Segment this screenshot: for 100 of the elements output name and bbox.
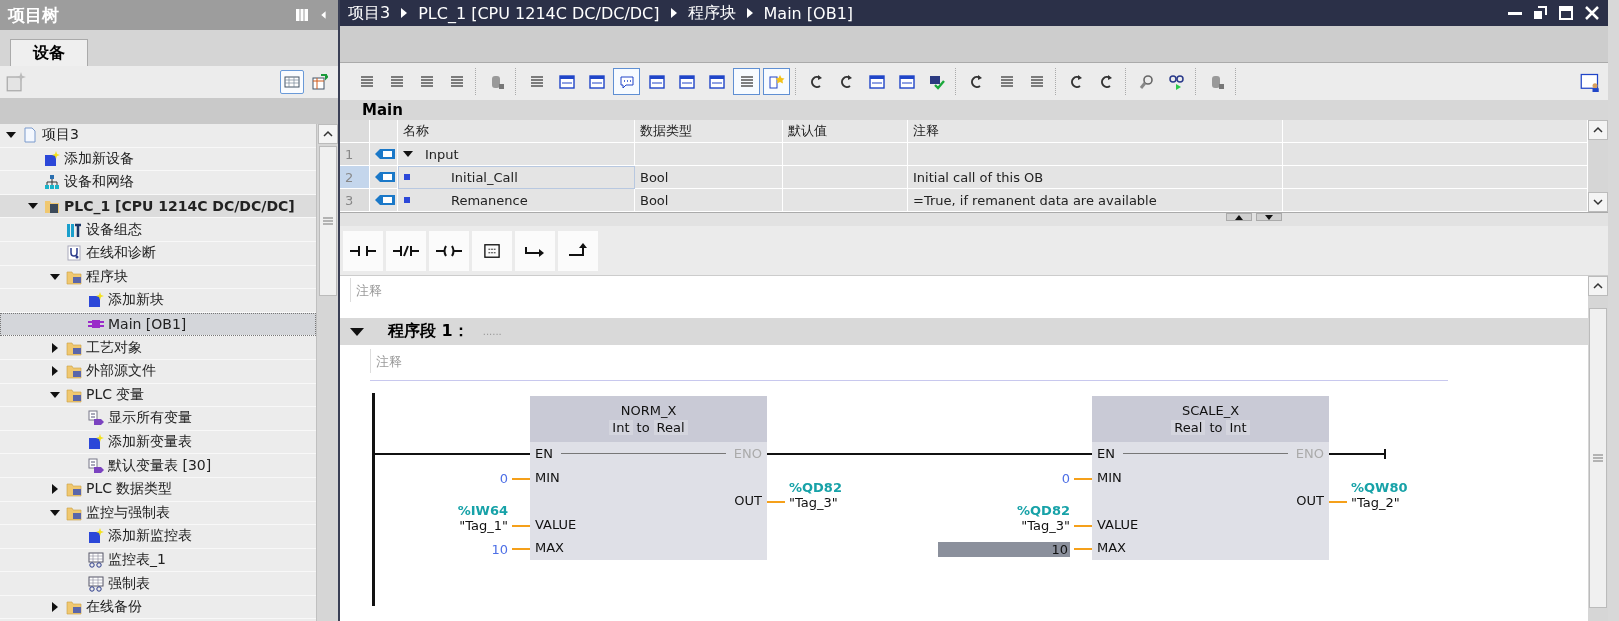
- function-box[interactable]: NORM_X Int to Real EN ENO MIN OUT VALUE MAX: [530, 396, 767, 560]
- grip-icon: [322, 217, 333, 225]
- list-icon: [738, 73, 755, 90]
- tree-item[interactable]: PLC 变量: [0, 383, 316, 408]
- instruction-button[interactable]: [515, 230, 555, 271]
- scroll-down-button[interactable]: [1588, 192, 1608, 212]
- name-cell[interactable]: Initial_Call: [398, 166, 635, 189]
- constant-value[interactable]: 0: [1061, 471, 1070, 486]
- input-tag-icon: [375, 148, 395, 160]
- pin-wire: [1074, 524, 1092, 527]
- instruction-button[interactable]: [343, 230, 383, 271]
- tree-item[interactable]: 设备和网络: [0, 171, 316, 195]
- data-type[interactable]: Int: [609, 420, 633, 435]
- tree-item[interactable]: 添加新变量表: [0, 430, 316, 455]
- empty-box-icon: [481, 242, 503, 259]
- scroll-thumb[interactable]: [1589, 308, 1607, 608]
- breadcrumb-item[interactable]: PLC_1 [CPU 1214C DC/DC/DC]: [418, 3, 660, 23]
- constant-value[interactable]: 10: [938, 541, 1070, 557]
- data-type-cell[interactable]: Bool: [635, 166, 783, 189]
- network-title: 程序段 1：: [388, 321, 469, 342]
- window-icon: [868, 73, 885, 90]
- table-cell[interactable]: [783, 166, 908, 189]
- window-icon: [898, 73, 915, 90]
- data-type[interactable]: Real: [1171, 420, 1206, 435]
- power-line: [1329, 453, 1385, 455]
- comment-cell[interactable]: [908, 143, 1283, 166]
- tree-item[interactable]: 监控与强制表: [0, 501, 316, 526]
- comment-cell[interactable]: =True, if remanent data are available: [908, 189, 1283, 212]
- instruction-button[interactable]: [386, 230, 426, 271]
- tree-item[interactable]: Main [OB1]: [0, 312, 316, 337]
- folder-icon: [66, 363, 82, 380]
- table-icon: [284, 74, 300, 90]
- tree-item[interactable]: 监控表_1: [0, 548, 316, 573]
- list-icon: [998, 73, 1015, 90]
- scroll-up-button[interactable]: [317, 124, 338, 144]
- chevron-right-icon: [400, 8, 409, 18]
- pin-wire: [512, 477, 530, 480]
- collapsed-arrow-icon: [50, 342, 60, 353]
- tree-item[interactable]: 程序块: [0, 265, 316, 290]
- splitter-button[interactable]: [1226, 213, 1252, 221]
- function-box[interactable]: SCALE_X Real to Int EN ENO MIN OUT VALUE MAX: [1092, 396, 1329, 560]
- instruction-button[interactable]: [429, 230, 469, 271]
- pin-wire: [512, 524, 530, 527]
- tree-item[interactable]: 显示所有变量: [0, 407, 316, 431]
- data-type[interactable]: Real: [653, 420, 688, 435]
- chevron-right-icon: [669, 8, 678, 18]
- splitter-button[interactable]: [1256, 213, 1282, 221]
- scroll-thumb[interactable]: [318, 146, 337, 296]
- tree-item[interactable]: 默认变量表 [30]: [0, 454, 316, 478]
- name-cell[interactable]: Input: [398, 143, 635, 166]
- collapsed-arrow-icon: [50, 602, 60, 613]
- data-type-cell[interactable]: Bool: [635, 189, 783, 212]
- tag-name[interactable]: "Tag_1": [459, 518, 508, 533]
- new-item-icon: [6, 72, 26, 92]
- breadcrumb-item[interactable]: Main [OB1]: [763, 3, 854, 23]
- new-item-icon: [88, 434, 104, 450]
- scroll-up-button[interactable]: [1588, 276, 1608, 296]
- scroll-up-button[interactable]: [1588, 120, 1608, 140]
- tree-item[interactable]: 在线备份: [0, 595, 316, 620]
- tree-item[interactable]: 在线和诊断: [0, 241, 316, 266]
- data-type-cell[interactable]: [635, 143, 783, 166]
- tab[interactable]: 设备: [10, 39, 88, 66]
- table-cell[interactable]: [783, 143, 908, 166]
- tree-item[interactable]: 添加新设备: [0, 147, 316, 172]
- check-icon: [928, 73, 945, 90]
- constant-value[interactable]: 0: [499, 471, 508, 486]
- maximize-icon: [1558, 5, 1574, 21]
- breadcrumb-item[interactable]: 程序块: [687, 2, 736, 24]
- pin-wire: [1074, 548, 1092, 550]
- tree-item[interactable]: 工艺对象: [0, 336, 316, 360]
- tree-item[interactable]: 强制表: [0, 572, 316, 596]
- tree-item[interactable]: 设备组态: [0, 218, 316, 242]
- name-cell[interactable]: Remanence: [398, 189, 635, 212]
- down-arrow-icon: [1265, 214, 1273, 220]
- expanded-arrow-icon: [350, 326, 364, 337]
- tree-item[interactable]: 添加新监控表: [0, 525, 316, 549]
- tag-name[interactable]: "Tag_3": [1021, 518, 1070, 533]
- tree-item[interactable]: 添加新块: [0, 289, 316, 313]
- data-type[interactable]: Int: [1226, 420, 1250, 435]
- column-header[interactable]: 数据类型: [635, 120, 783, 143]
- speech-bubble-icon: [618, 73, 635, 90]
- view-button[interactable]: [280, 70, 304, 94]
- tree-item[interactable]: 外部源文件: [0, 359, 316, 384]
- column-header[interactable]: 注释: [908, 120, 1283, 143]
- constant-value[interactable]: 10: [491, 541, 508, 557]
- tree-item[interactable]: 项目3: [0, 124, 316, 148]
- breadcrumb-item[interactable]: 项目3: [348, 2, 391, 24]
- tag-name[interactable]: "Tag_2": [1351, 494, 1400, 510]
- table-cell[interactable]: [783, 189, 908, 212]
- tree-item[interactable]: PLC_1 [CPU 1214C DC/DC/DC]: [0, 194, 316, 219]
- device-config-icon: [66, 221, 82, 238]
- network-icon: [44, 174, 60, 191]
- tag-name[interactable]: "Tag_3": [789, 494, 838, 510]
- column-header[interactable]: 名称: [398, 120, 635, 143]
- column-header[interactable]: 默认值: [783, 120, 908, 143]
- comment-cell[interactable]: Initial call of this OB: [908, 166, 1283, 189]
- tree-item[interactable]: PLC 数据类型: [0, 477, 316, 502]
- instruction-button[interactable]: [558, 230, 598, 271]
- instruction-button[interactable]: [472, 230, 512, 271]
- expanded-arrow-icon: [50, 389, 60, 400]
